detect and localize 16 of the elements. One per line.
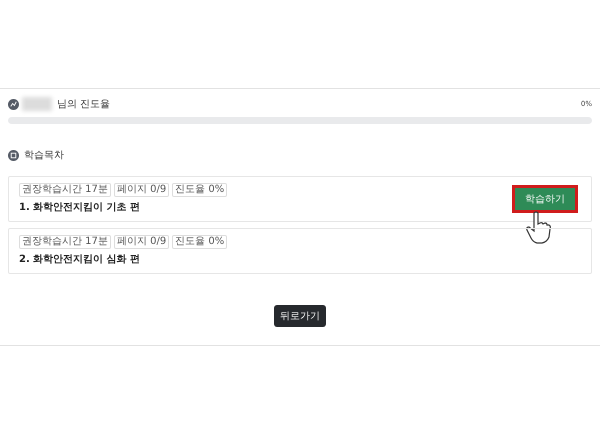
hand-cursor-icon: [525, 211, 551, 245]
progress-title: 님의 진도율: [57, 98, 110, 111]
back-button[interactable]: 뒤로가기: [274, 305, 326, 327]
info-tag: 페이지 0/9: [114, 235, 170, 249]
list-icon: [8, 150, 19, 160]
lesson-title: 2. 화학안전지킴이 심화 편: [19, 253, 142, 266]
info-tag: 권장학습시간 17분: [19, 183, 111, 197]
contents-title: 학습목차: [24, 149, 64, 162]
info-tag: 진도율 0%: [172, 183, 228, 197]
info-tag: 페이지 0/9: [114, 183, 170, 197]
lesson-title: 1. 화학안전지킴이 기초 편: [19, 201, 142, 214]
info-tag: 진도율 0%: [172, 235, 228, 249]
blurred-name: [22, 97, 52, 111]
info-tag: 권장학습시간 17분: [19, 235, 111, 249]
chart-icon: [8, 98, 19, 110]
study-button[interactable]: 학습하기: [515, 188, 575, 210]
